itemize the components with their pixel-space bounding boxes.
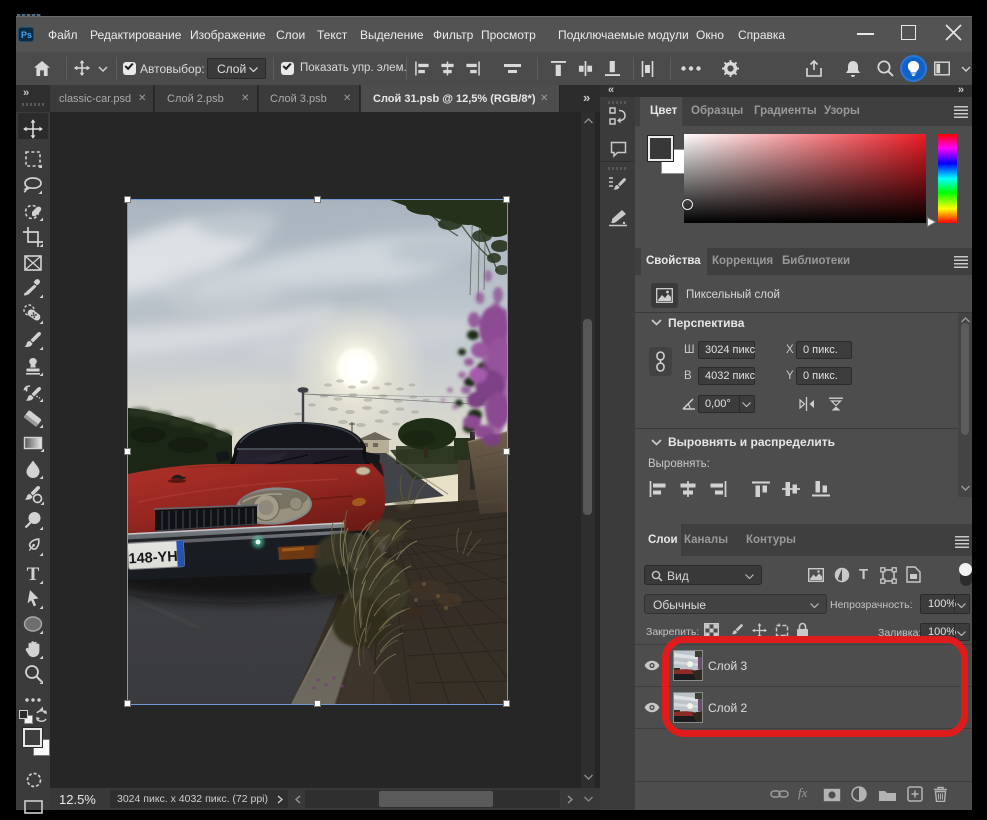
svg-text:T: T <box>27 564 40 585</box>
